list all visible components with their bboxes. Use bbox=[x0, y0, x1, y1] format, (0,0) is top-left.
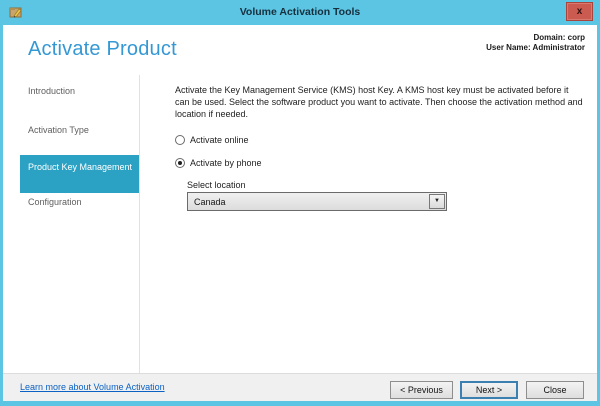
previous-button[interactable]: < Previous bbox=[390, 381, 453, 399]
radio-activate-online[interactable]: Activate online bbox=[175, 135, 249, 145]
radio-activate-by-phone-label: Activate by phone bbox=[190, 158, 262, 168]
dialog-body: Activate Product Domain: corp User Name:… bbox=[3, 25, 597, 401]
sidebar-divider bbox=[139, 75, 140, 373]
radio-button-selected-icon[interactable] bbox=[175, 158, 185, 168]
select-location-value: Canada bbox=[188, 197, 429, 207]
titlebar: Volume Activation Tools x bbox=[0, 0, 600, 25]
sidebar-item-product-key-management[interactable]: Product Key Management bbox=[20, 155, 139, 193]
close-button[interactable]: x bbox=[566, 2, 593, 21]
select-location-label: Select location bbox=[187, 180, 246, 190]
sidebar-item-introduction[interactable]: Introduction bbox=[28, 86, 75, 96]
radio-activate-by-phone[interactable]: Activate by phone bbox=[175, 158, 262, 168]
select-location-dropdown[interactable]: Canada ▼ bbox=[187, 192, 447, 211]
next-button[interactable]: Next > bbox=[460, 381, 518, 399]
volume-activation-tools-window: Volume Activation Tools x Activate Produ… bbox=[0, 0, 600, 406]
sidebar-item-activation-type[interactable]: Activation Type bbox=[28, 125, 89, 135]
dropdown-arrow-icon[interactable]: ▼ bbox=[429, 194, 445, 209]
window-title: Volume Activation Tools bbox=[0, 0, 600, 25]
domain-label: Domain: corp bbox=[486, 33, 585, 43]
learn-more-link[interactable]: Learn more about Volume Activation bbox=[20, 382, 165, 392]
radio-activate-online-label: Activate online bbox=[190, 135, 249, 145]
sidebar-item-configuration[interactable]: Configuration bbox=[28, 197, 82, 207]
session-info: Domain: corp User Name: Administrator bbox=[486, 33, 585, 52]
page-description: Activate the Key Management Service (KMS… bbox=[175, 84, 584, 121]
user-name-label: User Name: Administrator bbox=[486, 43, 585, 53]
radio-button-icon[interactable] bbox=[175, 135, 185, 145]
close-dialog-button[interactable]: Close bbox=[526, 381, 584, 399]
page-title: Activate Product bbox=[28, 38, 177, 61]
footer-bar: Learn more about Volume Activation < Pre… bbox=[3, 373, 597, 401]
app-icon bbox=[9, 5, 23, 19]
